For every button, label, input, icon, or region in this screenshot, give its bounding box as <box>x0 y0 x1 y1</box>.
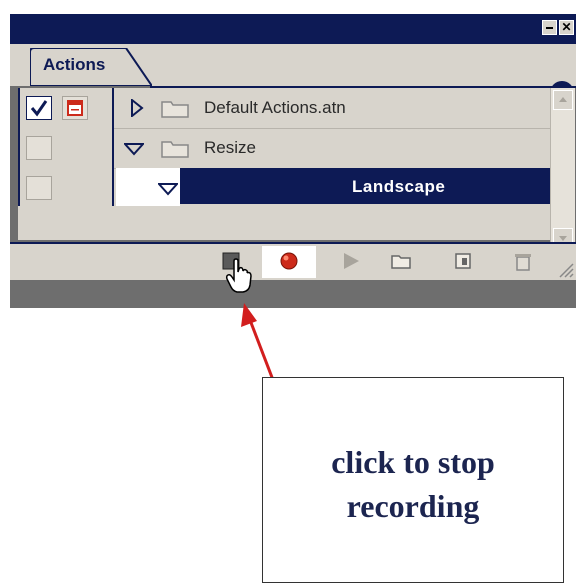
tab-actions[interactable]: Actions <box>30 48 152 86</box>
vertical-scrollbar[interactable] <box>550 88 575 252</box>
list-empty-area <box>18 206 550 240</box>
toggle-item-checkbox[interactable] <box>26 136 52 160</box>
action-set-row[interactable]: Default Actions.atn <box>20 88 552 128</box>
folder-icon <box>161 101 189 118</box>
callout-line-1: click to stop <box>331 444 495 480</box>
resize-grip-icon[interactable] <box>558 262 574 278</box>
checkmark-icon <box>30 100 48 117</box>
actions-list: Default Actions.atn Resize Landscape <box>18 88 552 206</box>
trash-icon[interactable] <box>512 250 534 272</box>
new-action-icon[interactable] <box>452 250 474 272</box>
hand-cursor-icon <box>225 258 252 293</box>
dialog-icon <box>67 100 83 116</box>
action-set-label: Default Actions.atn <box>204 98 346 117</box>
callout-line-2: recording <box>346 488 480 524</box>
tab-strip: Actions <box>10 44 576 105</box>
actions-palette: ✕ Actions Default Actions.atn Resize Lan… <box>10 14 576 308</box>
scroll-up-button[interactable] <box>553 90 573 110</box>
minimize-button[interactable] <box>542 20 557 35</box>
toggle-dialog-button[interactable] <box>62 96 88 120</box>
close-button[interactable]: ✕ <box>559 20 574 35</box>
action-row[interactable]: Landscape <box>20 168 552 208</box>
action-set-row[interactable]: Resize <box>20 128 552 168</box>
collapse-triangle-icon[interactable] <box>158 182 178 196</box>
folder-icon[interactable] <box>390 250 412 272</box>
palette-title-bar[interactable]: ✕ <box>10 14 576 44</box>
toggle-item-checkbox[interactable] <box>26 176 52 200</box>
toggle-item-checkbox[interactable] <box>26 96 52 120</box>
selection-highlight: Landscape <box>180 168 552 204</box>
palette-toolbar <box>10 244 576 280</box>
folder-icon <box>161 141 189 158</box>
action-label: Landscape <box>352 177 446 196</box>
action-set-label: Resize <box>204 138 256 157</box>
callout-text: click to stop recording <box>263 440 563 528</box>
arrow-up-icon <box>559 97 567 102</box>
play-icon[interactable] <box>340 250 362 272</box>
tab-label: Actions <box>43 55 106 74</box>
record-icon[interactable] <box>278 250 300 272</box>
callout-box: click to stop recording <box>262 377 564 583</box>
expand-triangle-icon[interactable] <box>130 99 144 117</box>
collapse-triangle-icon[interactable] <box>124 142 144 156</box>
